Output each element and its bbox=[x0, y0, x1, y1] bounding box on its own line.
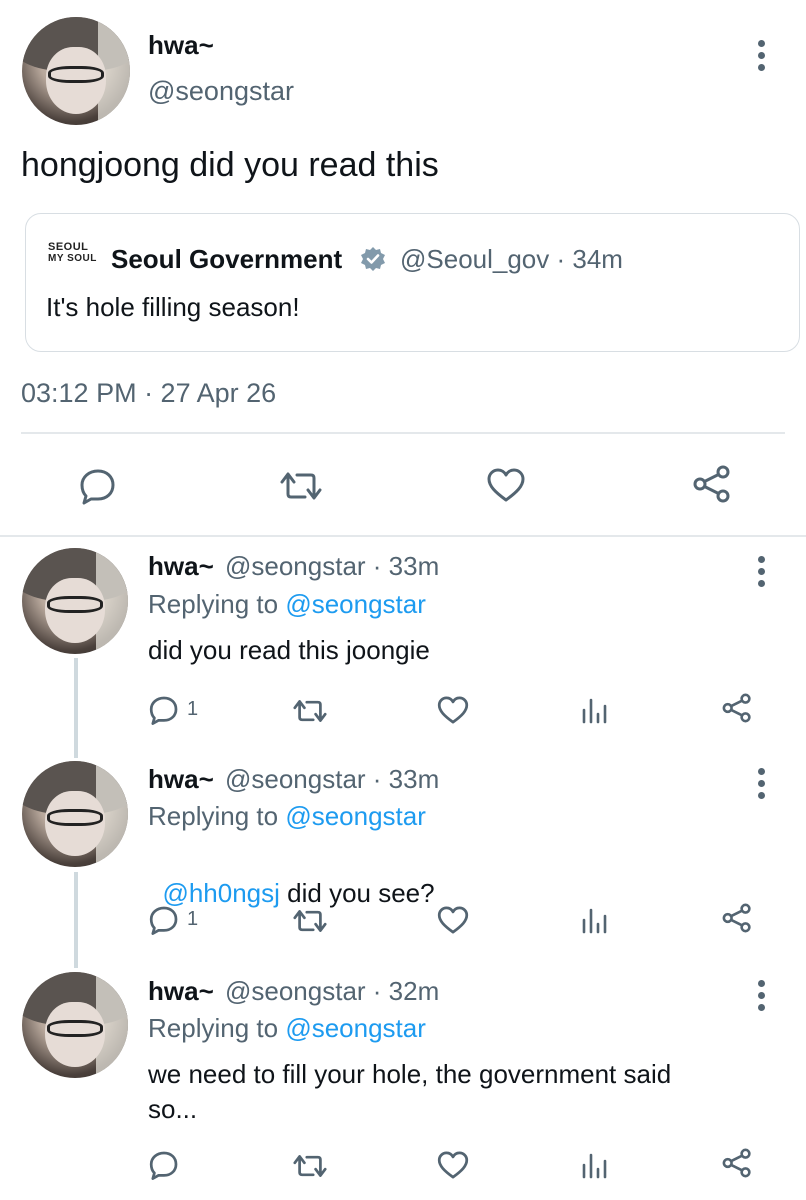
more-options-icon[interactable] bbox=[758, 768, 766, 804]
author-avatar[interactable] bbox=[22, 17, 130, 125]
divider bbox=[0, 535, 806, 537]
share-icon[interactable] bbox=[720, 692, 754, 724]
reply-text: did you see? bbox=[279, 878, 435, 908]
replying-to-label: Replying to bbox=[148, 801, 279, 831]
like-icon[interactable] bbox=[436, 1149, 470, 1181]
replying-to-link[interactable]: @seongstar bbox=[285, 589, 426, 619]
reply-text-line-2: so... bbox=[148, 1094, 198, 1124]
replying-to-link[interactable]: @seongstar bbox=[285, 1013, 426, 1043]
avatar-glasses bbox=[47, 595, 103, 613]
reply-handle-time: @seongstar · 32m bbox=[224, 976, 440, 1006]
verified-badge-icon bbox=[361, 247, 385, 271]
mention-link[interactable]: @hh0ngsj bbox=[162, 878, 279, 908]
tweet-timestamp[interactable]: 03:12 PM · 27 Apr 26 bbox=[21, 378, 276, 409]
reply-count: 1 bbox=[187, 698, 199, 720]
thread-line bbox=[74, 872, 78, 968]
seoul-logo: SEOUL MY SOUL bbox=[48, 241, 97, 265]
more-options-icon[interactable] bbox=[758, 40, 766, 76]
replying-to-label: Replying to bbox=[148, 1013, 279, 1043]
more-options-icon[interactable] bbox=[758, 980, 766, 1016]
reply-count: 1 bbox=[187, 908, 199, 930]
reply-icon[interactable] bbox=[148, 904, 180, 936]
avatar-glasses bbox=[47, 1019, 103, 1037]
share-icon[interactable] bbox=[690, 464, 734, 504]
reply-avatar[interactable] bbox=[22, 761, 128, 867]
reply-author-name[interactable]: hwa~ bbox=[148, 764, 214, 794]
like-icon[interactable] bbox=[485, 466, 527, 504]
reply-handle-time: @seongstar · 33m bbox=[224, 551, 440, 581]
analytics-icon[interactable] bbox=[580, 904, 610, 934]
author-handle[interactable]: @seongstar bbox=[148, 76, 294, 107]
quoted-author-name[interactable]: Seoul Government bbox=[111, 244, 342, 275]
replying-to-link[interactable]: @seongstar bbox=[285, 801, 426, 831]
reply-icon[interactable] bbox=[148, 1149, 180, 1181]
divider bbox=[21, 432, 785, 434]
thread-line bbox=[74, 658, 78, 758]
reply-author-name[interactable]: hwa~ bbox=[148, 551, 214, 581]
retweet-icon[interactable] bbox=[290, 1151, 330, 1181]
reply-avatar[interactable] bbox=[22, 972, 128, 1078]
reply-author-name[interactable]: hwa~ bbox=[148, 976, 214, 1006]
reply-handle-time: @seongstar · 33m bbox=[224, 764, 440, 794]
retweet-icon[interactable] bbox=[290, 906, 330, 936]
avatar-glasses bbox=[47, 808, 103, 826]
like-icon[interactable] bbox=[436, 694, 470, 726]
quoted-tweet-card[interactable]: SEOUL MY SOUL Seoul Government @Seoul_go… bbox=[25, 213, 800, 352]
retweet-icon[interactable] bbox=[276, 468, 326, 504]
like-icon[interactable] bbox=[436, 904, 470, 936]
quoted-handle-time: @Seoul_gov · 34m bbox=[400, 244, 623, 274]
reply-icon[interactable] bbox=[78, 466, 118, 506]
analytics-icon[interactable] bbox=[580, 694, 610, 724]
reply-avatar[interactable] bbox=[22, 548, 128, 654]
replying-to-label: Replying to bbox=[148, 589, 279, 619]
analytics-icon[interactable] bbox=[580, 1149, 610, 1179]
avatar-glasses bbox=[47, 65, 105, 83]
reply-icon[interactable] bbox=[148, 694, 180, 726]
author-name[interactable]: hwa~ bbox=[148, 30, 214, 61]
share-icon[interactable] bbox=[720, 902, 754, 934]
quoted-text: It's hole filling season! bbox=[46, 292, 300, 322]
reply-text: did you read this joongie bbox=[148, 635, 430, 665]
share-icon[interactable] bbox=[720, 1147, 754, 1179]
tweet-text: hongjoong did you read this bbox=[21, 146, 439, 184]
retweet-icon[interactable] bbox=[290, 696, 330, 726]
reply-text-line-1: we need to fill your hole, the governmen… bbox=[148, 1059, 672, 1089]
more-options-icon[interactable] bbox=[758, 556, 766, 592]
